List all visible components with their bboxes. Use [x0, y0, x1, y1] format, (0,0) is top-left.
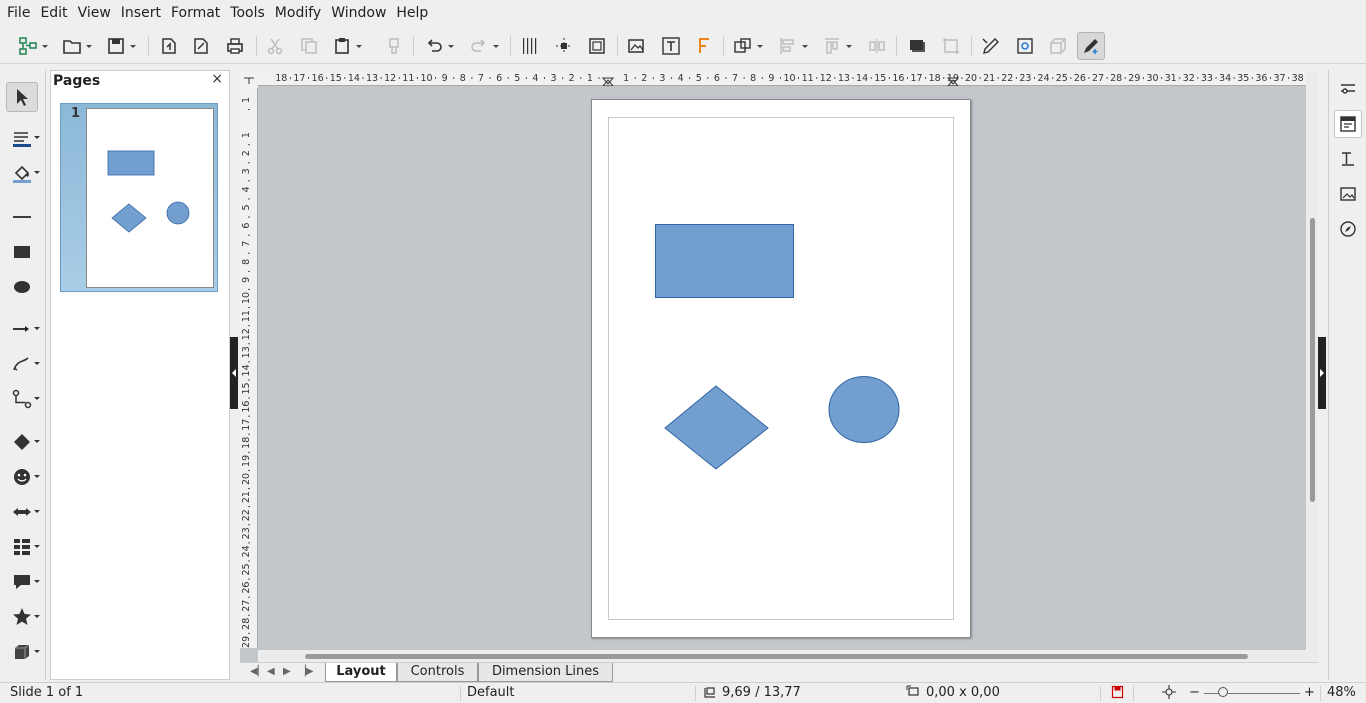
slide-counter: Slide 1 of 1	[10, 685, 84, 700]
document-modified-icon[interactable]	[1111, 685, 1124, 703]
zoom-slider-knob[interactable]	[1218, 687, 1228, 697]
first-tab-icon[interactable]: ◀▏	[250, 666, 265, 677]
zoom-level[interactable]: 48%	[1327, 685, 1356, 700]
vertical-scrollbar-thumb[interactable]	[1310, 218, 1315, 502]
navigator-icon[interactable]	[1334, 215, 1362, 243]
last-tab-icon[interactable]: ▕▶	[298, 666, 313, 677]
size-icon	[906, 685, 920, 703]
horizontal-scrollbar-thumb[interactable]	[305, 654, 1248, 659]
horizontal-scrollbar[interactable]	[258, 650, 1306, 662]
master-slide-name[interactable]: Default	[467, 685, 515, 700]
zoom-in-button[interactable]: +	[1304, 685, 1315, 700]
zoom-out-button[interactable]: −	[1189, 685, 1200, 700]
position-icon	[703, 685, 717, 703]
next-tab-icon[interactable]: ▶	[283, 666, 291, 677]
fit-slide-icon[interactable]	[1162, 685, 1176, 703]
right-splitter[interactable]	[1318, 337, 1326, 409]
tab-dimension-lines[interactable]: Dimension Lines	[478, 663, 613, 682]
tab-layout[interactable]: Layout	[325, 663, 397, 682]
previous-tab-icon[interactable]: ◀	[267, 666, 275, 677]
gallery-icon[interactable]	[1334, 180, 1362, 208]
circle-shape[interactable]	[828, 376, 900, 443]
rectangle-shape[interactable]	[655, 224, 794, 298]
sidebar-tabbar	[1328, 70, 1366, 680]
page-icon[interactable]	[1334, 110, 1362, 138]
diamond-shape[interactable]	[664, 385, 769, 470]
shapes-layer	[655, 224, 900, 470]
object-size: 0,00 x 0,00	[926, 685, 1000, 700]
layer-tabs-bar: ◀▏ ◀ ▶ ▕▶ Layout Controls Dimension Line…	[240, 662, 1318, 682]
vertical-scrollbar[interactable]	[1306, 70, 1318, 662]
styles-icon[interactable]	[1334, 145, 1362, 173]
cursor-position: 9,69 / 13,77	[722, 685, 801, 700]
tab-controls[interactable]: Controls	[397, 663, 478, 682]
status-bar: Slide 1 of 1 Default 9,69 / 13,77 0,00 x…	[0, 682, 1366, 703]
properties-icon[interactable]	[1334, 74, 1362, 102]
